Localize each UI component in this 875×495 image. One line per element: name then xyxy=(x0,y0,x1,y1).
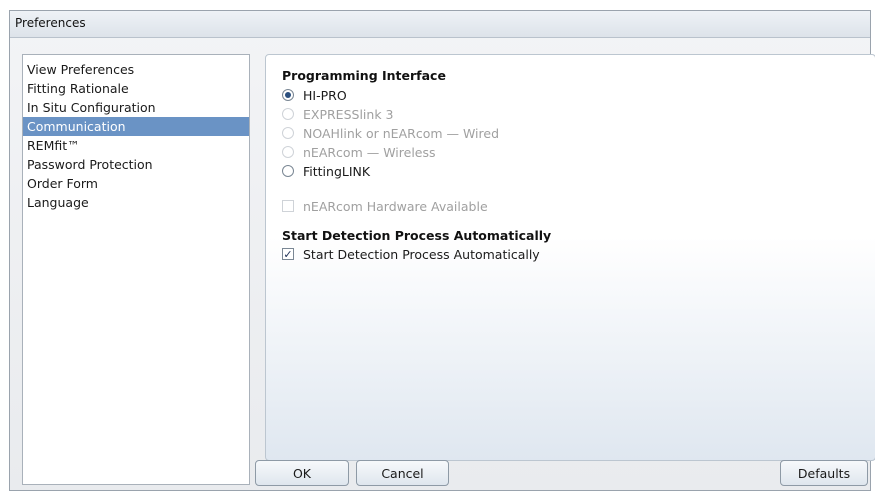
radio-expresslink-3[interactable]: EXPRESSlink 3 xyxy=(282,105,394,123)
radio-label: HI-PRO xyxy=(303,87,347,103)
sidebar-item-language[interactable]: Language xyxy=(23,193,249,212)
radio-button-icon[interactable] xyxy=(282,89,294,101)
radio-label: NOAHlink or nEARcom — Wired xyxy=(303,125,500,141)
sidebar-item-communication[interactable]: Communication xyxy=(23,117,249,136)
radio-button-icon[interactable] xyxy=(282,108,294,120)
checkbox-icon[interactable] xyxy=(282,200,294,212)
radio-button-icon[interactable] xyxy=(282,127,294,139)
ok-button[interactable]: OK xyxy=(255,460,349,486)
sidebar-item-in-situ-configuration[interactable]: In Situ Configuration xyxy=(23,98,249,117)
communication-settings-panel: Programming Interface HI-PRO EXPRESSlink… xyxy=(265,54,875,461)
sidebar-item-order-form[interactable]: Order Form xyxy=(23,174,249,193)
sidebar-item-remfit[interactable]: REMfit™ xyxy=(23,136,249,155)
radio-hi-pro[interactable]: HI-PRO xyxy=(282,86,347,104)
nearcom-hardware-checkbox[interactable]: nEARcom Hardware Available xyxy=(282,197,488,215)
sidebar-item-view-preferences[interactable]: View Preferences xyxy=(23,60,249,79)
preferences-category-list[interactable]: View Preferences Fitting Rationale In Si… xyxy=(22,54,250,485)
radio-button-icon[interactable] xyxy=(282,146,294,158)
start-detection-checkbox[interactable]: ✓ Start Detection Process Automatically xyxy=(282,245,540,263)
checkbox-label: nEARcom Hardware Available xyxy=(303,198,488,214)
start-detection-heading: Start Detection Process Automatically xyxy=(282,228,552,243)
cancel-button[interactable]: Cancel xyxy=(356,460,449,486)
radio-button-icon[interactable] xyxy=(282,165,294,177)
sidebar-item-password-protection[interactable]: Password Protection xyxy=(23,155,249,174)
radio-label: EXPRESSlink 3 xyxy=(303,106,394,122)
radio-fittinglink[interactable]: FittingLINK xyxy=(282,162,370,180)
radio-label: nEARcom — Wireless xyxy=(303,144,436,160)
checkbox-label: Start Detection Process Automatically xyxy=(303,246,540,262)
preferences-window: Preferences View Preferences Fitting Rat… xyxy=(9,10,875,491)
window-title: Preferences xyxy=(15,16,86,30)
radio-noahlink-wired[interactable]: NOAHlink or nEARcom — Wired xyxy=(282,124,499,142)
title-bar[interactable]: Preferences xyxy=(10,11,870,38)
sidebar-item-fitting-rationale[interactable]: Fitting Rationale xyxy=(23,79,249,98)
checkmark-icon[interactable]: ✓ xyxy=(282,248,294,260)
programming-interface-heading: Programming Interface xyxy=(282,68,446,83)
radio-label: FittingLINK xyxy=(303,163,371,179)
defaults-button[interactable]: Defaults xyxy=(780,460,868,486)
radio-nearcom-wireless[interactable]: nEARcom — Wireless xyxy=(282,143,436,161)
